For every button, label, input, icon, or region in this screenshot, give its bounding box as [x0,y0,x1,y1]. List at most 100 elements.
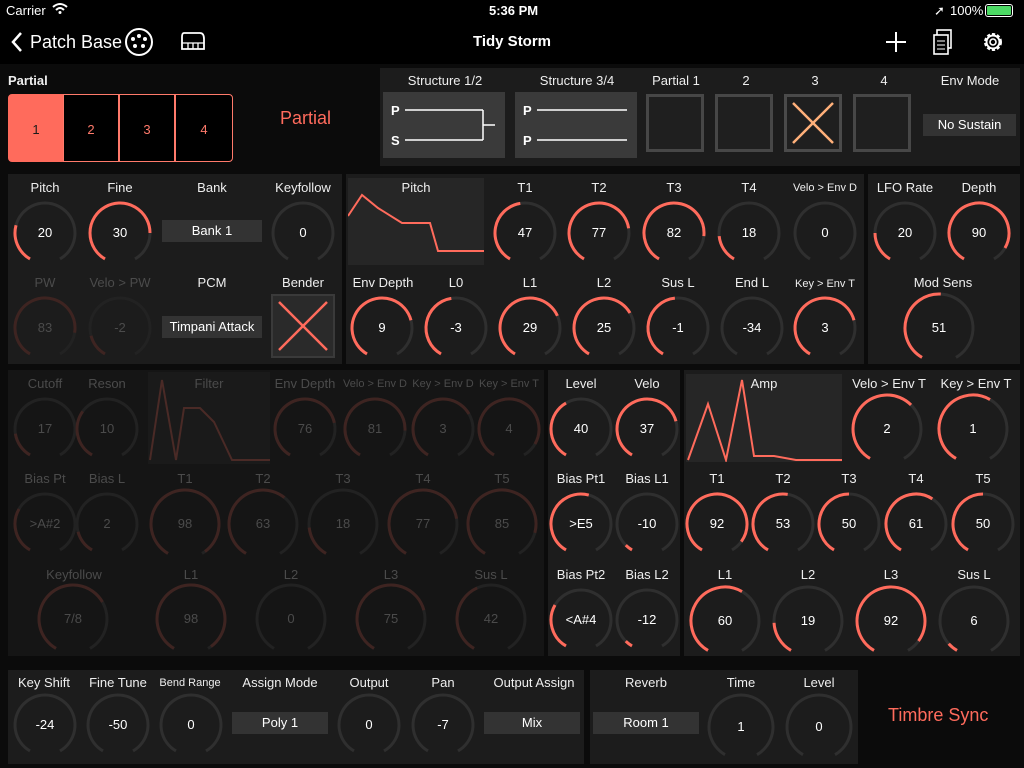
pan-knob[interactable]: -7 [410,692,476,758]
tvf-key-envt-knob[interactable]: 4 [476,396,542,462]
biaspt1-knob[interactable]: >E5 [548,491,614,557]
penv-t3-knob[interactable]: 82 [641,200,707,266]
penv-key-value: 3 [821,320,829,335]
tvf-velo-knob[interactable]: 81 [342,396,408,462]
aenv-key-knob[interactable]: 1 [936,392,1010,466]
add-icon[interactable] [884,30,908,59]
output-knob[interactable]: 0 [336,692,402,758]
fine-tune-knob[interactable]: -50 [85,692,151,758]
output-assign-selector[interactable]: Mix [484,712,580,734]
aenv-susl-knob[interactable]: 6 [937,584,1011,658]
bank-selector[interactable]: Bank 1 [162,220,262,242]
fine-knob[interactable]: 30 [87,200,153,266]
tvf-t1-knob[interactable]: 98 [148,487,222,561]
tva-velo-knob[interactable]: 37 [614,396,680,462]
filter-env-graph[interactable]: Filter [148,372,270,464]
env-mode-selector[interactable]: No Sustain [923,114,1016,136]
output-label: Output [349,675,389,690]
pcm-selector[interactable]: Timpani Attack [162,316,262,338]
pitch-knob[interactable]: 20 [12,200,78,266]
penv-susl-knob[interactable]: -1 [645,295,711,361]
aenv-l3-knob[interactable]: 92 [854,584,928,658]
lfo-rate-knob[interactable]: 20 [872,200,938,266]
penv-key-knob[interactable]: 3 [792,295,858,361]
penv-depth-knob[interactable]: 9 [349,295,415,361]
tvf-envdepth-label: Env Depth [274,376,336,391]
key-shift-knob[interactable]: -24 [12,692,78,758]
reson-knob[interactable]: 10 [74,396,140,462]
tvf-l3-knob[interactable]: 75 [354,582,428,656]
partial1-mute-toggle[interactable] [646,94,704,152]
aenv-t1-knob[interactable]: 92 [684,491,750,557]
biasl2-knob[interactable]: -12 [614,587,680,653]
partial-tab-2[interactable]: 2 [63,94,119,162]
partial-tab-1[interactable]: 1 [8,94,64,162]
lfo-depth-knob[interactable]: 90 [946,200,1012,266]
timbre-sync-button[interactable]: Timbre Sync [888,705,988,726]
tvf-l1-knob[interactable]: 98 [154,582,228,656]
wg-keyfollow-knob[interactable]: 0 [270,200,336,266]
penv-velo-knob[interactable]: 0 [792,200,858,266]
aenv-t4-knob[interactable]: 61 [883,491,949,557]
pw-knob[interactable]: 83 [12,295,78,361]
penv-t4-knob[interactable]: 18 [716,200,782,266]
structure-34-selector[interactable]: P P [515,92,637,158]
tvf-biaspt-knob[interactable]: >A#2 [12,491,78,557]
tvf-l2-knob[interactable]: 0 [254,582,328,656]
tvf-keyfollow-knob[interactable]: 7/8 [36,582,110,656]
bend-range-knob[interactable]: 0 [158,692,224,758]
partial2-mute-toggle[interactable] [715,94,773,152]
aenv-velo-knob[interactable]: 2 [850,392,924,466]
midi-icon[interactable] [124,27,154,62]
aenv-velo-value: 2 [883,421,891,436]
gear-icon[interactable] [980,29,1006,60]
tvf-t4-knob[interactable]: 77 [386,487,460,561]
tvf-susl-knob[interactable]: 42 [454,582,528,656]
tvf-key-envd-value: 3 [439,421,447,436]
tvf-key-envd-knob[interactable]: 3 [410,396,476,462]
penv-l2-knob[interactable]: 25 [571,295,637,361]
documents-icon[interactable] [932,28,954,61]
penv-endl-knob[interactable]: -34 [719,295,785,361]
penv-t1-knob[interactable]: 47 [492,200,558,266]
tvf-t2-knob[interactable]: 63 [226,487,300,561]
aenv-t4-value: 61 [908,516,924,531]
mod-sens-knob[interactable]: 51 [902,291,976,365]
penv-l1-knob[interactable]: 29 [497,295,563,361]
tva-level-label: Level [565,376,597,391]
reverb-time-knob[interactable]: 1 [706,692,776,762]
partial-tab-4[interactable]: 4 [175,94,233,162]
tvf-biaspt-value: >A#2 [29,516,61,531]
velo-pw-knob[interactable]: -2 [87,295,153,361]
aenv-t5-knob[interactable]: 50 [950,491,1016,557]
biaspt2-knob[interactable]: <A#4 [548,587,614,653]
assign-mode-selector[interactable]: Poly 1 [232,712,328,734]
penv-t2-knob[interactable]: 77 [566,200,632,266]
tva-level-knob[interactable]: 40 [548,396,614,462]
pitch-env-graph[interactable]: Pitch [348,178,484,265]
penv-susl-value: -1 [672,320,684,335]
tvf-t3-knob[interactable]: 18 [306,487,380,561]
keyboard-icon[interactable] [180,31,206,56]
reverb-level-knob[interactable]: 0 [784,692,854,762]
pitch-label: Pitch [30,180,60,195]
aenv-l2-knob[interactable]: 19 [771,584,845,658]
partial-tab-3[interactable]: 3 [119,94,175,162]
tvf-key-envd-label: Key > Env D [412,378,474,390]
tvf-biasl-knob[interactable]: 2 [74,491,140,557]
cutoff-knob[interactable]: 17 [12,396,78,462]
biasl1-knob[interactable]: -10 [614,491,680,557]
partial3-mute-toggle[interactable] [784,94,842,152]
structure-12-selector[interactable]: P S [383,92,505,158]
partial4-mute-toggle[interactable] [853,94,911,152]
aenv-t3-knob[interactable]: 50 [816,491,882,557]
bender-toggle[interactable] [271,294,335,358]
fine-value: 30 [112,225,128,240]
penv-l0-knob[interactable]: -3 [423,295,489,361]
tvf-t5-knob[interactable]: 85 [465,487,539,561]
amp-env-graph[interactable]: Amp [686,374,842,462]
aenv-t2-knob[interactable]: 53 [750,491,816,557]
tvf-envdepth-knob[interactable]: 76 [272,396,338,462]
reverb-type-selector[interactable]: Room 1 [593,712,699,734]
aenv-l1-knob[interactable]: 60 [688,584,762,658]
